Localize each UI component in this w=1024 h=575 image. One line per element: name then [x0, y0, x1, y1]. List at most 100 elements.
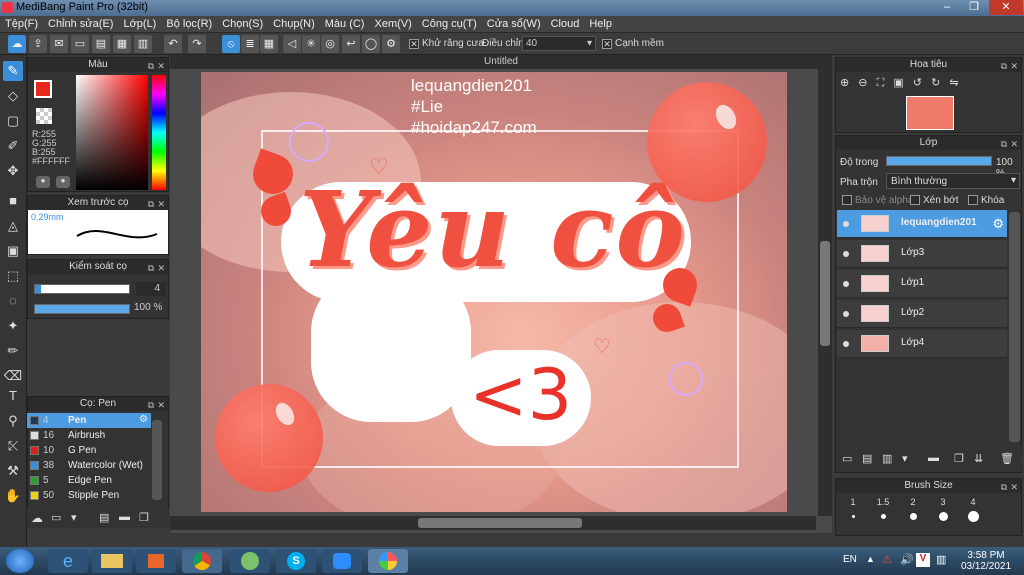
vertical-scrollbar[interactable] — [818, 69, 832, 516]
brush-item-gpen[interactable]: 10 G Pen — [27, 443, 151, 458]
vertical-scroll-thumb[interactable] — [820, 241, 830, 346]
eye-icon[interactable] — [843, 251, 849, 257]
palette-icon[interactable]: ● — [36, 176, 50, 188]
network-icon[interactable]: ▥ — [936, 553, 946, 566]
alert-icon[interactable]: ⚠ — [882, 553, 892, 566]
navigator-thumbnail[interactable] — [906, 96, 954, 130]
fit-icon[interactable]: ⛶ — [877, 77, 885, 89]
hue-slider[interactable] — [152, 75, 166, 190]
transparent-swatch[interactable] — [36, 108, 52, 124]
document-icon[interactable]: ▤ — [92, 35, 110, 53]
clock[interactable]: 3:58 PM 03/12/2021 — [958, 550, 1014, 572]
eraser-tool-icon[interactable]: ◇ — [3, 86, 23, 106]
select-eraser-icon[interactable]: ⌫ — [3, 366, 23, 386]
horizontal-scroll-thumb[interactable] — [418, 518, 582, 528]
close-icon[interactable]: ✕ — [157, 197, 165, 211]
undo-icon[interactable]: ↶ — [164, 35, 182, 53]
merge-layer-icon[interactable]: ⇊ — [974, 452, 983, 465]
parallel-snap-icon[interactable]: ≣ — [241, 35, 259, 53]
new-8bit-layer-icon[interactable]: ▥ — [882, 452, 892, 465]
flip-icon[interactable]: ⇋ — [949, 77, 958, 89]
grid-snap-icon[interactable]: ▦ — [260, 35, 278, 53]
menu-view[interactable]: Xem(V) — [369, 16, 416, 32]
ellipse-snap-icon[interactable]: ◯ — [362, 35, 380, 53]
cloud-brush-icon[interactable]: ☁ — [31, 511, 43, 525]
panel-icon[interactable]: ▦ — [113, 35, 131, 53]
close-icon[interactable]: ✕ — [1010, 480, 1018, 494]
folder-icon[interactable]: ▬ — [119, 511, 130, 523]
rotate-right-icon[interactable]: ↻ — [931, 77, 940, 89]
close-icon[interactable]: ✕ — [1010, 59, 1018, 73]
eye-icon[interactable] — [843, 281, 849, 287]
coccoc-icon[interactable] — [230, 549, 270, 573]
brush-size-value[interactable]: 4 — [136, 282, 166, 296]
comment-icon[interactable]: ✉ — [50, 35, 68, 53]
eyedropper-icon[interactable]: ⤪ — [3, 436, 23, 456]
folder-icon[interactable]: ▬ — [928, 452, 939, 464]
layer-menu-icon[interactable]: ▾ — [902, 452, 908, 465]
unikey-icon[interactable]: V — [916, 553, 930, 567]
gradient-tool-icon[interactable]: ▣ — [3, 241, 23, 261]
popout-icon[interactable]: ⧉ — [1001, 59, 1007, 73]
clipping-checkbox[interactable] — [910, 195, 920, 205]
menu-tools[interactable]: Công cụ(T) — [417, 16, 482, 32]
popout-icon[interactable]: ⧉ — [148, 197, 154, 211]
brush-size-option[interactable]: 2 — [898, 497, 928, 533]
brush-opacity-slider[interactable] — [34, 304, 130, 314]
brush-item-stipple-pen[interactable]: 50 Stipple Pen — [27, 488, 151, 503]
new-halftone-layer-icon[interactable]: ▤ — [862, 452, 872, 465]
popout-icon[interactable]: ⧉ — [148, 59, 154, 73]
zoom-out-icon[interactable]: ⊖ — [858, 77, 867, 89]
bucket-tool-icon[interactable]: ◬ — [3, 216, 23, 236]
divide-tool-icon[interactable]: ⚲ — [3, 411, 23, 431]
layer-row[interactable]: Lớp3 — [837, 240, 1007, 268]
pen-tool-icon[interactable]: ✐ — [3, 136, 23, 156]
menu-select[interactable]: Chọn(S) — [217, 16, 268, 32]
brush-size-option[interactable]: 1.5 — [868, 497, 898, 533]
close-icon[interactable]: ✕ — [157, 398, 165, 412]
canvas-tab[interactable]: Untitled — [170, 55, 832, 69]
popout-icon[interactable]: ⧉ — [148, 261, 154, 275]
radial-icon[interactable]: ✳ — [302, 35, 320, 53]
palette2-icon[interactable]: ● — [56, 176, 70, 188]
menu-filter[interactable]: Bộ lọc(R) — [161, 16, 217, 32]
blend-mode-select[interactable]: Bình thường ▾ — [886, 173, 1020, 189]
menu-file[interactable]: Tệp(F) — [0, 16, 43, 32]
gear-icon[interactable]: ⚙ — [139, 414, 148, 425]
menu-cloud[interactable]: Cloud — [546, 16, 585, 32]
lasso-icon[interactable]: ◌ — [3, 291, 23, 311]
eye-icon[interactable] — [843, 341, 849, 347]
add-brush-icon[interactable]: ▭ — [51, 511, 61, 524]
zoom-icon[interactable] — [322, 549, 362, 573]
brush-item-watercolor[interactable]: 38 Watercolor (Wet) — [27, 458, 151, 473]
no-snap-icon[interactable]: ⦸ — [222, 35, 240, 53]
brush-list-scrollbar[interactable] — [152, 420, 162, 500]
brush-item-edge-pen[interactable]: 5 Edge Pen — [27, 473, 151, 488]
menu-snap[interactable]: Chụp(N) — [268, 16, 320, 32]
actual-size-icon[interactable]: ▣ — [893, 77, 903, 89]
horizontal-scrollbar[interactable] — [170, 516, 816, 530]
menu-color[interactable]: Màu (C) — [320, 16, 370, 32]
protect-alpha-checkbox[interactable] — [842, 195, 852, 205]
popout-icon[interactable]: ⧉ — [1001, 137, 1007, 151]
rect-select-icon[interactable]: ⬚ — [3, 266, 23, 286]
chrome-icon[interactable] — [182, 549, 222, 573]
eye-icon[interactable] — [843, 311, 849, 317]
duplicate-layer-icon[interactable]: ❐ — [954, 452, 964, 465]
language-indicator[interactable]: EN — [843, 554, 857, 565]
layer-row[interactable]: Lớp1 — [837, 270, 1007, 298]
circle-snap-icon[interactable]: ◎ — [321, 35, 339, 53]
show-hidden-icons[interactable]: ▲ — [866, 554, 875, 564]
trash-icon[interactable]: 🗑 — [1000, 452, 1014, 465]
brush-size-option[interactable]: 4 — [958, 497, 988, 533]
share-icon[interactable]: ⇪ — [29, 35, 47, 53]
redo-icon[interactable]: ↷ — [188, 35, 206, 53]
ie-icon[interactable]: e — [48, 549, 88, 573]
close-icon[interactable]: ✕ — [157, 261, 165, 275]
close-icon[interactable]: ✕ — [1010, 137, 1018, 151]
layer-row[interactable]: Lớp4 — [837, 330, 1007, 358]
operation-tool-icon[interactable]: ⚒ — [3, 461, 23, 481]
menu-edit[interactable]: Chỉnh sửa(E) — [43, 16, 118, 32]
menu-layer[interactable]: Lớp(L) — [118, 16, 161, 32]
close-button[interactable]: ✕ — [989, 0, 1023, 15]
